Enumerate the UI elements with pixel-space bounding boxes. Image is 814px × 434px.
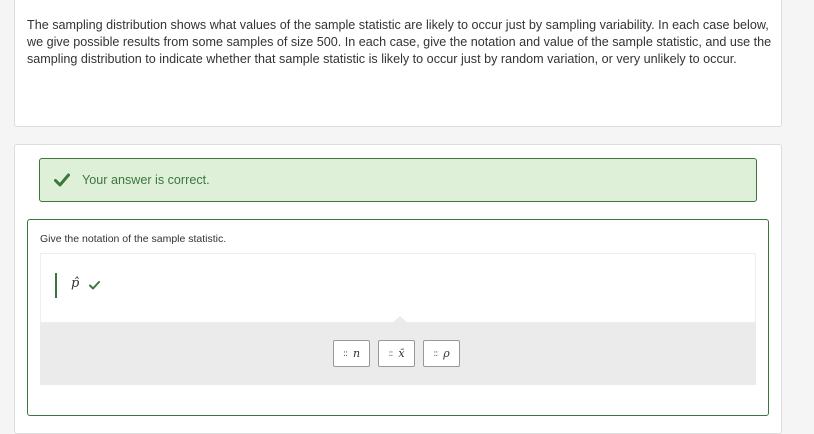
option-chip-x-bar[interactable]: :: x̄ [378,340,415,367]
option-chip-rho[interactable]: :: ρ [423,340,460,367]
option-symbol: n [352,347,361,360]
option-symbol: ρ [443,347,450,360]
drag-handle-icon[interactable]: :: [343,349,348,359]
alert-message: Your answer is correct. [82,173,210,187]
option-symbol: x̄ [398,347,405,360]
question-box: Give the notation of the sample statisti… [27,219,769,416]
question-label: Give the notation of the sample statisti… [40,233,227,245]
question-card: Your answer is correct. Give the notatio… [14,144,782,434]
check-icon [54,173,70,187]
instructions-card: The sampling distribution shows what val… [14,0,782,127]
drag-handle-icon[interactable]: :: [388,349,393,359]
option-chip-list: :: n :: x̄ :: ρ [333,340,460,367]
option-tray: :: n :: x̄ :: ρ [40,316,756,385]
drag-handle-icon[interactable]: :: [433,349,438,359]
answer-drop-zone[interactable]: p̂ [40,253,756,323]
answer-indicator-bar [55,273,57,298]
tray-notch [392,316,408,323]
answer-token[interactable]: p̂ [71,276,79,291]
option-chip-n[interactable]: :: n [333,340,370,367]
correct-answer-alert: Your answer is correct. [39,158,757,202]
check-icon [89,281,100,290]
instructions-text: The sampling distribution shows what val… [27,18,772,66]
